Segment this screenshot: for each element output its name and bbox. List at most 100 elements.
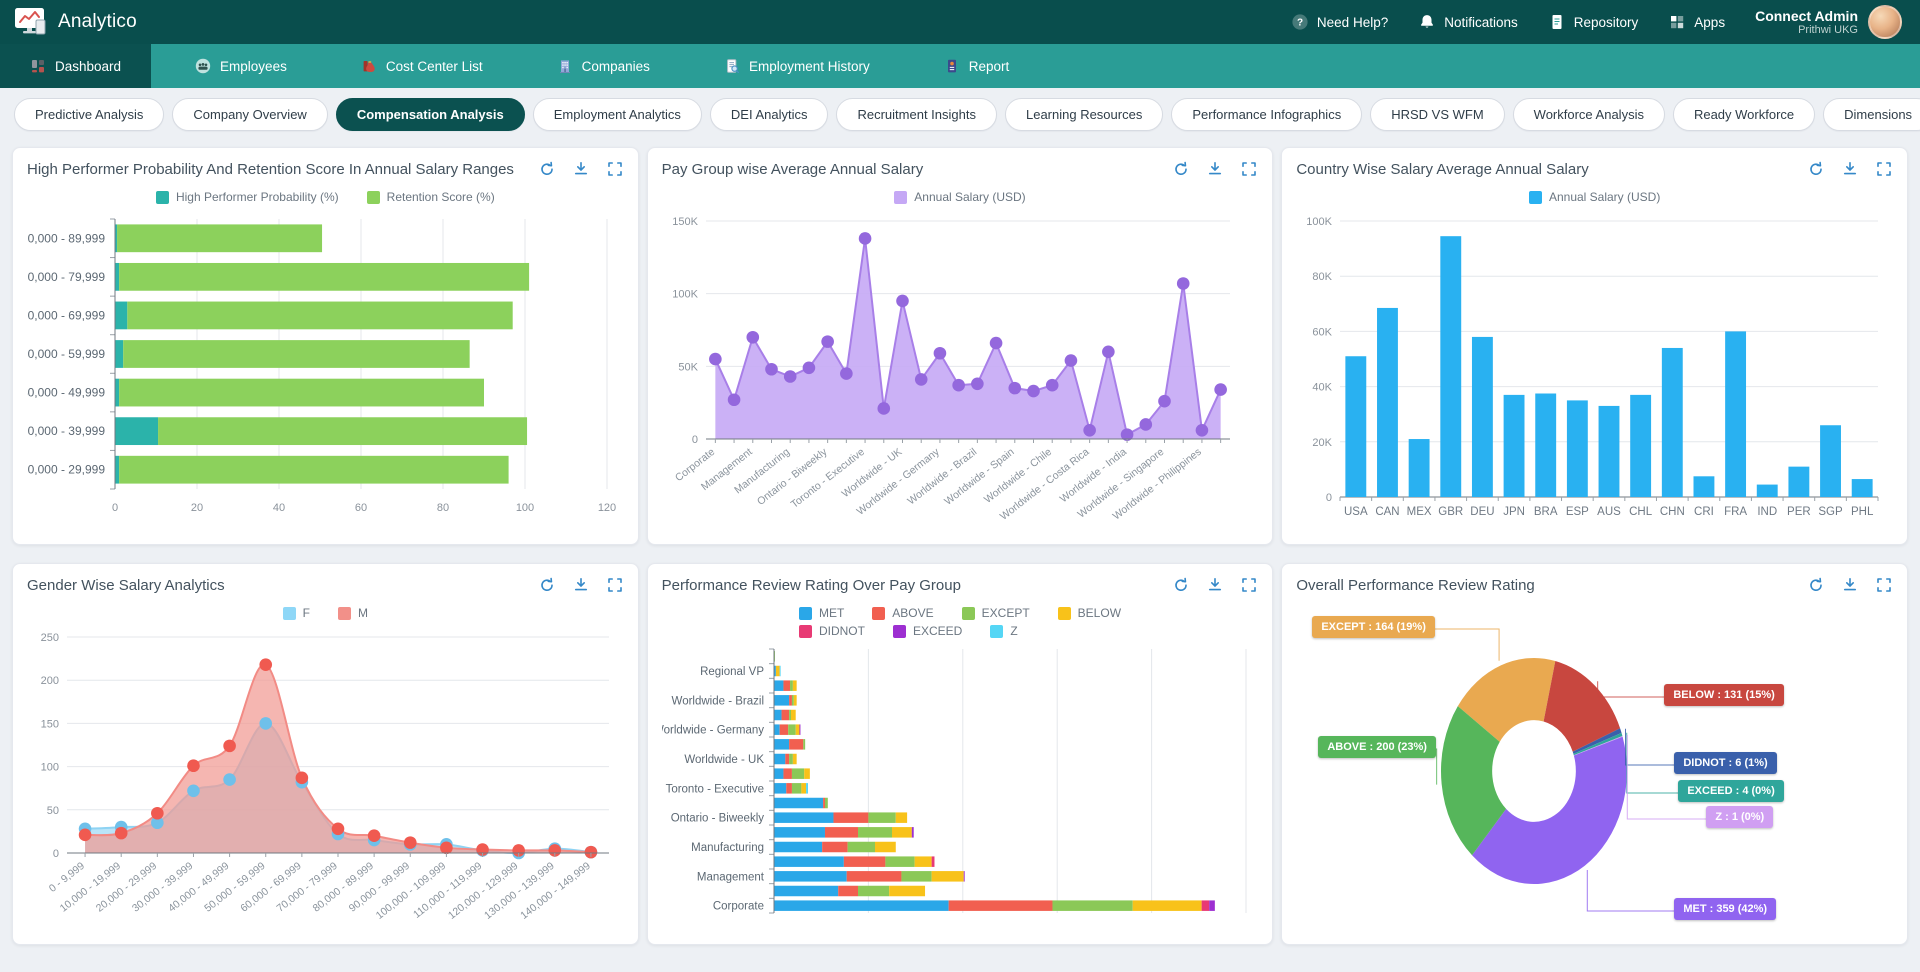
legend-item-z[interactable]: Z bbox=[990, 624, 1017, 638]
card-header: Overall Performance Review Rating bbox=[1296, 576, 1893, 594]
repository-button[interactable]: Repository bbox=[1548, 13, 1639, 31]
card-overall-performance-rating: Overall Performance Review RatingEXCEPT … bbox=[1281, 563, 1908, 945]
pill-hrsd-vs-wfm[interactable]: HRSD VS WFM bbox=[1370, 98, 1504, 131]
legend-item-high-performer-probability[interactable]: High Performer Probability (%) bbox=[156, 190, 339, 204]
refresh-button[interactable] bbox=[1807, 160, 1825, 178]
legend-item-exceed[interactable]: EXCEED bbox=[893, 624, 962, 638]
fullscreen-button[interactable] bbox=[1240, 576, 1258, 594]
pill-employment-analytics[interactable]: Employment Analytics bbox=[533, 98, 702, 131]
user-menu[interactable]: Connect AdminPrithwi UKG bbox=[1755, 5, 1902, 39]
employment-history-icon bbox=[724, 58, 740, 74]
refresh-icon bbox=[1807, 576, 1825, 594]
legend-item-annual-salary-usd[interactable]: Annual Salary (USD) bbox=[1529, 190, 1660, 204]
pill-recruitment-insights[interactable]: Recruitment Insights bbox=[836, 98, 997, 131]
svg-text:250: 250 bbox=[41, 632, 59, 644]
legend-label: MET bbox=[819, 606, 844, 620]
svg-text:30,000 - 39,999: 30,000 - 39,999 bbox=[130, 859, 195, 914]
fullscreen-button[interactable] bbox=[606, 576, 624, 594]
svg-text:120: 120 bbox=[598, 502, 616, 514]
svg-text:20: 20 bbox=[191, 502, 203, 514]
pill-workforce-analysis[interactable]: Workforce Analysis bbox=[1513, 98, 1665, 131]
fullscreen-button[interactable] bbox=[606, 160, 624, 178]
legend-item-above[interactable]: ABOVE bbox=[872, 606, 933, 620]
svg-text:CRI: CRI bbox=[1694, 506, 1714, 518]
pill-learning-resources[interactable]: Learning Resources bbox=[1005, 98, 1163, 131]
legend-item-f[interactable]: F bbox=[283, 606, 310, 620]
svg-text:100: 100 bbox=[516, 502, 534, 514]
apps-button[interactable]: Apps bbox=[1668, 13, 1725, 31]
download-button[interactable] bbox=[572, 576, 590, 594]
refresh-button[interactable] bbox=[1172, 576, 1190, 594]
tab-label: Companies bbox=[582, 59, 650, 74]
fullscreen-icon bbox=[1240, 576, 1258, 594]
fullscreen-button[interactable] bbox=[1875, 160, 1893, 178]
dashboard-icon bbox=[30, 58, 46, 74]
tab-employees[interactable]: Employees bbox=[165, 44, 317, 88]
pill-performance-infographics[interactable]: Performance Infographics bbox=[1171, 98, 1362, 131]
legend-item-below[interactable]: BELOW bbox=[1058, 606, 1121, 620]
download-button[interactable] bbox=[1206, 576, 1224, 594]
fullscreen-button[interactable] bbox=[1875, 576, 1893, 594]
card-header: Pay Group wise Average Annual Salary bbox=[662, 160, 1259, 178]
pill-predictive-analysis[interactable]: Predictive Analysis bbox=[14, 98, 164, 131]
tab-employment-history[interactable]: Employment History bbox=[694, 44, 900, 88]
svg-text:?: ? bbox=[1297, 17, 1303, 28]
svg-text:100: 100 bbox=[41, 761, 59, 773]
pill-compensation-analysis[interactable]: Compensation Analysis bbox=[336, 98, 525, 131]
legend-item-met[interactable]: MET bbox=[799, 606, 844, 620]
svg-text:20K: 20K bbox=[1313, 436, 1333, 448]
card-header: High Performer Probability And Retention… bbox=[27, 160, 624, 178]
tab-label: Cost Center List bbox=[386, 59, 483, 74]
refresh-button[interactable] bbox=[538, 576, 556, 594]
svg-text:50: 50 bbox=[47, 804, 59, 816]
pill-company-overview[interactable]: Company Overview bbox=[172, 98, 327, 131]
download-button[interactable] bbox=[572, 160, 590, 178]
legend-swatch bbox=[338, 607, 351, 620]
pill-ready-workforce[interactable]: Ready Workforce bbox=[1673, 98, 1815, 131]
tab-dashboard[interactable]: Dashboard bbox=[0, 44, 151, 88]
svg-text:70,000 - 79,999: 70,000 - 79,999 bbox=[274, 859, 339, 914]
notifications-button[interactable]: Notifications bbox=[1418, 13, 1518, 31]
tab-report[interactable]: Report bbox=[914, 44, 1040, 88]
bar-chart: Regional VPWorldwide - BrazilWorldwide -… bbox=[662, 647, 1260, 921]
svg-text:200: 200 bbox=[41, 675, 59, 687]
svg-text:BRA: BRA bbox=[1534, 506, 1558, 518]
card-high-performer-retention: High Performer Probability And Retention… bbox=[12, 147, 639, 545]
svg-text:GBR: GBR bbox=[1439, 506, 1464, 518]
user-name: Connect Admin bbox=[1755, 8, 1858, 24]
pill-dimensions[interactable]: Dimensions bbox=[1823, 98, 1920, 131]
legend-item-didnot[interactable]: DIDNOT bbox=[799, 624, 865, 638]
svg-text:60,000 - 69,999: 60,000 - 69,999 bbox=[238, 859, 303, 914]
refresh-button[interactable] bbox=[538, 160, 556, 178]
download-button[interactable] bbox=[1841, 576, 1859, 594]
donut-label-z: Z : 1 (0%) bbox=[1706, 806, 1773, 828]
download-button[interactable] bbox=[1206, 160, 1224, 178]
legend-swatch bbox=[893, 625, 906, 638]
legend-swatch bbox=[872, 607, 885, 620]
download-button[interactable] bbox=[1841, 160, 1859, 178]
tab-companies[interactable]: Companies bbox=[527, 44, 680, 88]
fullscreen-icon bbox=[1875, 160, 1893, 178]
legend-item-annual-salary-usd[interactable]: Annual Salary (USD) bbox=[894, 190, 1025, 204]
legend-item-except[interactable]: EXCEPT bbox=[962, 606, 1030, 620]
tab-label: Report bbox=[969, 59, 1010, 74]
svg-text:FRA: FRA bbox=[1724, 506, 1747, 518]
avatar bbox=[1868, 5, 1902, 39]
tab-cost-center-list[interactable]: Cost Center List bbox=[331, 44, 513, 88]
legend-item-m[interactable]: M bbox=[338, 606, 368, 620]
svg-text:60,000 - 69,999: 60,000 - 69,999 bbox=[27, 308, 105, 322]
svg-text:50,000 - 59,999: 50,000 - 59,999 bbox=[202, 859, 267, 914]
fullscreen-button[interactable] bbox=[1240, 160, 1258, 178]
refresh-button[interactable] bbox=[1172, 160, 1190, 178]
legend-swatch bbox=[156, 191, 169, 204]
fullscreen-icon bbox=[1875, 576, 1893, 594]
svg-text:AUS: AUS bbox=[1598, 506, 1622, 518]
legend-label: EXCEPT bbox=[982, 606, 1030, 620]
help-button[interactable]: ?Need Help? bbox=[1291, 13, 1388, 31]
card-title: Country Wise Salary Average Annual Salar… bbox=[1296, 161, 1588, 178]
refresh-button[interactable] bbox=[1807, 576, 1825, 594]
legend-item-retention-score[interactable]: Retention Score (%) bbox=[367, 190, 495, 204]
pill-dei-analytics[interactable]: DEI Analytics bbox=[710, 98, 829, 131]
svg-text:Manufacturing: Manufacturing bbox=[691, 842, 764, 854]
question-circle-icon: ? bbox=[1291, 13, 1309, 31]
